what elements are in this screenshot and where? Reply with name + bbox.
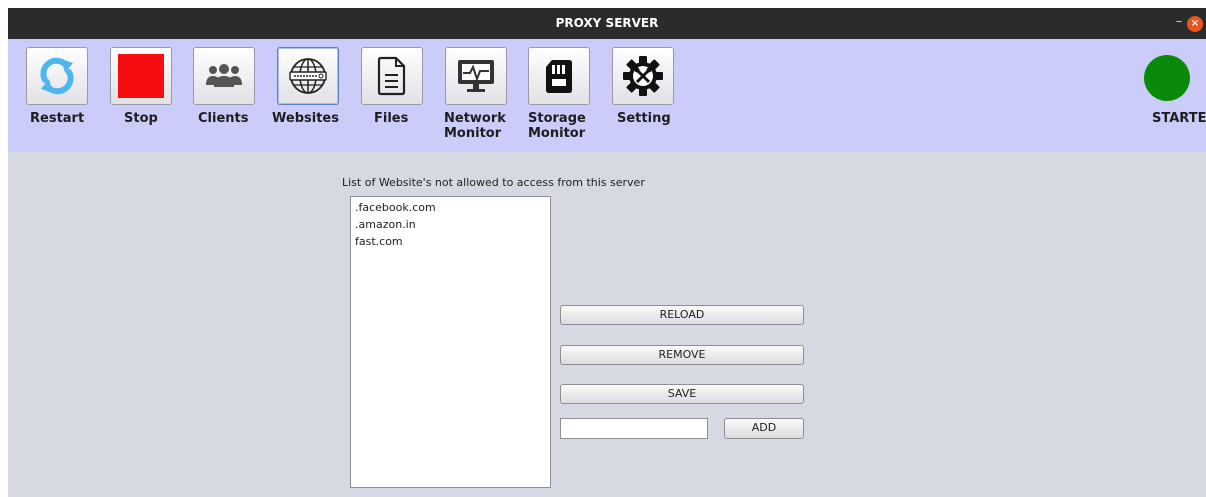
sd-card-icon bbox=[546, 60, 572, 93]
blocked-sites-list[interactable]: .facebook.com .amazon.in fast.com bbox=[350, 196, 551, 488]
stop-icon bbox=[118, 54, 164, 98]
setting-label: Setting bbox=[617, 111, 671, 126]
storage-monitor-button[interactable] bbox=[528, 47, 590, 105]
window-title: PROXY SERVER bbox=[555, 16, 659, 30]
gear-tools-icon bbox=[623, 56, 663, 96]
close-button[interactable]: × bbox=[1187, 16, 1203, 32]
add-button[interactable]: ADD bbox=[724, 418, 804, 439]
remove-button[interactable]: REMOVE bbox=[560, 345, 804, 365]
storage-monitor-label: Storage Monitor bbox=[528, 111, 586, 141]
websites-button[interactable] bbox=[277, 47, 339, 105]
list-item[interactable]: .amazon.in bbox=[355, 216, 546, 233]
restart-label: Restart bbox=[30, 111, 85, 126]
clients-label: Clients bbox=[198, 111, 249, 126]
list-item[interactable]: fast.com bbox=[355, 233, 546, 250]
save-button[interactable]: SAVE bbox=[560, 384, 804, 404]
document-icon bbox=[377, 56, 406, 96]
title-bar: PROXY SERVER – × bbox=[8, 8, 1206, 39]
refresh-icon bbox=[40, 57, 74, 95]
server-status-label: STARTED bbox=[1152, 111, 1206, 126]
clients-button[interactable] bbox=[193, 47, 255, 105]
users-icon bbox=[206, 64, 242, 87]
app-window: PROXY SERVER – × Restart Stop Clients We… bbox=[8, 8, 1206, 497]
restart-button[interactable] bbox=[26, 47, 88, 105]
new-site-input[interactable] bbox=[560, 418, 708, 439]
toolbar: Restart Stop Clients Websites Files Netw… bbox=[8, 39, 1206, 152]
stop-label: Stop bbox=[124, 111, 158, 126]
websites-label: Websites bbox=[272, 111, 339, 126]
setting-button[interactable] bbox=[612, 47, 674, 105]
network-monitor-button[interactable] bbox=[445, 47, 507, 105]
blocked-sites-caption: List of Website's not allowed to access … bbox=[342, 176, 645, 189]
network-monitor-label: Network Monitor bbox=[444, 111, 506, 141]
files-button[interactable] bbox=[361, 47, 423, 105]
monitor-pulse-icon bbox=[458, 60, 494, 92]
stop-button[interactable] bbox=[110, 47, 172, 105]
minimize-button[interactable]: – bbox=[1172, 14, 1186, 29]
files-label: Files bbox=[374, 111, 409, 126]
globe-icon bbox=[289, 58, 327, 94]
server-status-indicator bbox=[1144, 55, 1190, 101]
list-item[interactable]: .facebook.com bbox=[355, 199, 546, 216]
reload-button[interactable]: RELOAD bbox=[560, 305, 804, 325]
